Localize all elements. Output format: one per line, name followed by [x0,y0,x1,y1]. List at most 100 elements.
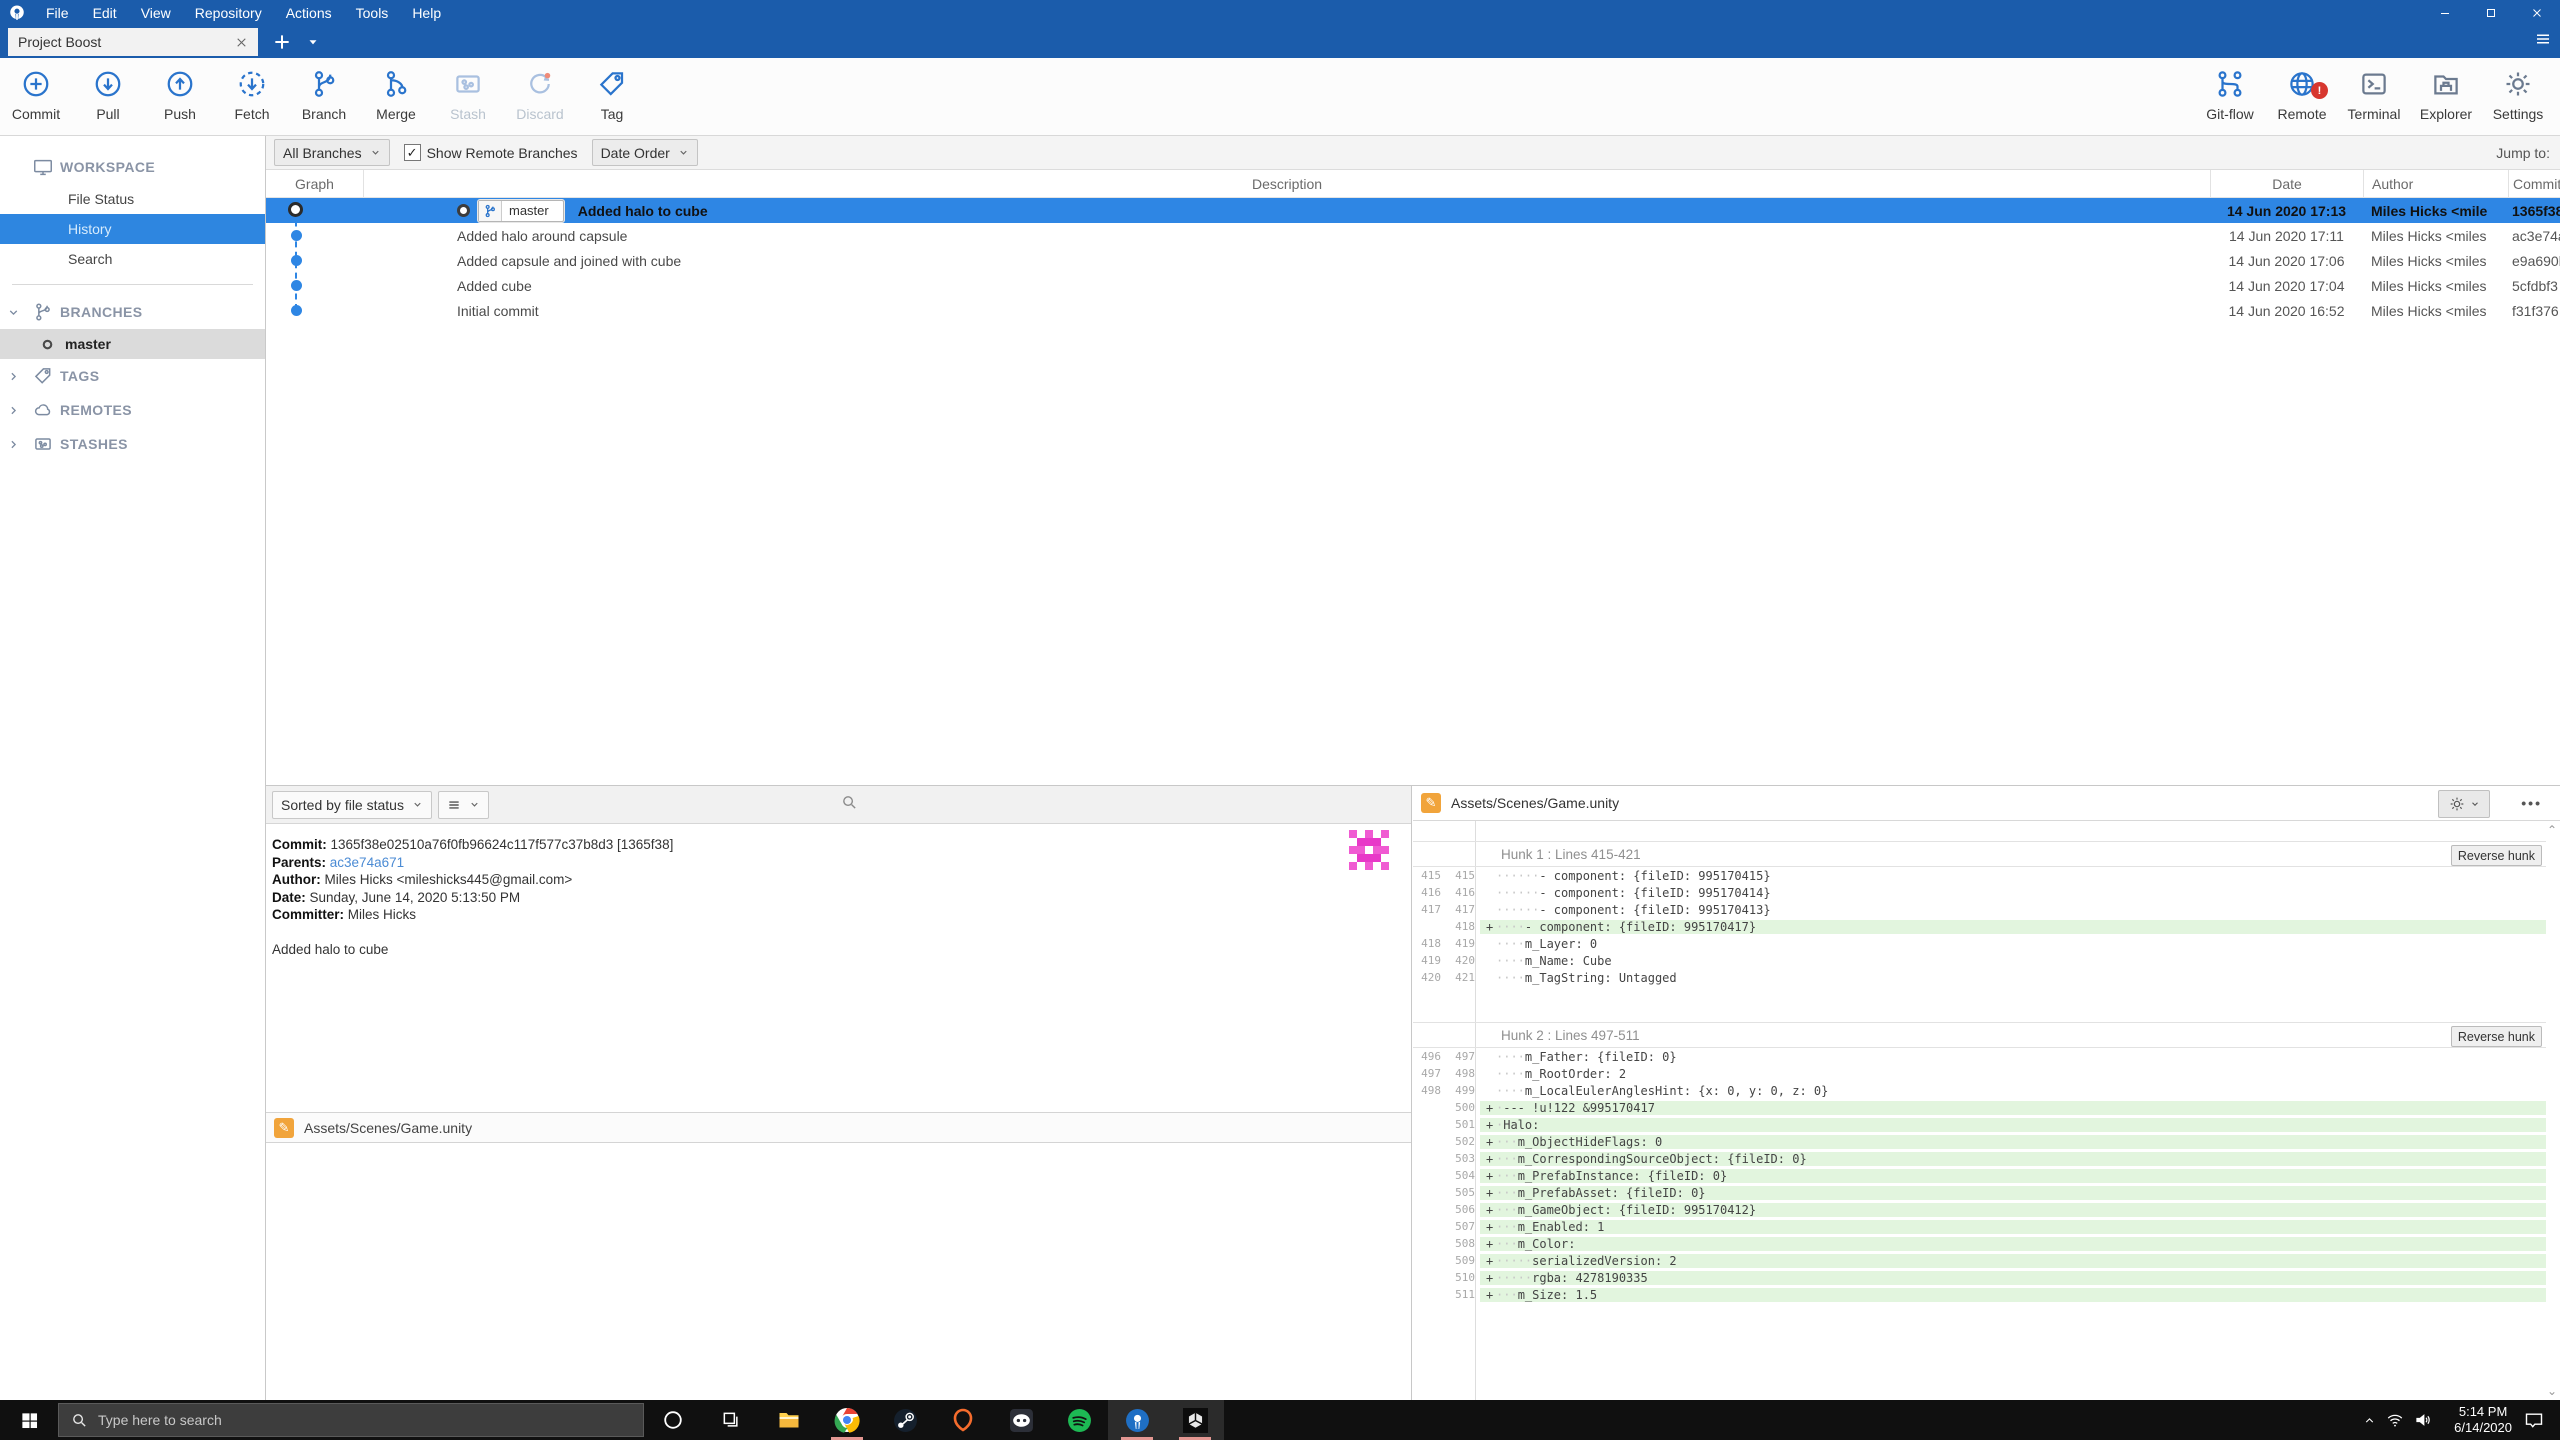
commit-button[interactable]: Commit [0,64,72,128]
menu-file[interactable]: File [34,5,81,21]
jump-to-label[interactable]: Jump to: [2496,145,2550,161]
diff-sign: + [1486,1254,1496,1268]
diff-code: +···m_Size: 1.5 [1480,1288,2546,1302]
commit-node-icon[interactable] [291,280,302,291]
app-menu-icon[interactable] [2534,30,2552,48]
taskbar-clock[interactable]: 5:14 PM 6/14/2020 [2454,1404,2512,1436]
chevron-right-icon[interactable] [0,404,26,417]
order-dropdown[interactable]: Date Order [592,139,698,166]
pull-button[interactable]: Pull [72,64,144,128]
menu-actions[interactable]: Actions [274,5,344,21]
menu-help[interactable]: Help [400,5,453,21]
taskbar-steam-icon[interactable] [876,1400,934,1440]
branches-section[interactable]: BRANCHES [0,295,265,329]
gitflow-icon [2215,64,2245,104]
tab-list-caret-icon[interactable] [306,35,320,49]
more-options-icon[interactable]: ••• [2521,790,2542,816]
sidebar-branch-master[interactable]: master [0,329,265,359]
close-icon[interactable] [2514,0,2560,26]
commit-node-icon[interactable] [291,255,302,266]
commit-row-1365f38[interactable]: masterAdded halo to cube14 Jun 2020 17:1… [266,198,2560,223]
merge-button[interactable]: Merge [360,64,432,128]
line-number-old: 416 [1413,886,1446,899]
taskbar-task-view-icon[interactable] [702,1400,760,1440]
taskbar-search-input[interactable]: Type here to search [58,1403,644,1437]
whitespace-dots: ···· [1496,1067,1525,1081]
stash-button[interactable]: Stash [432,64,504,128]
branch-button[interactable]: Branch [288,64,360,128]
reverse-hunk-button[interactable]: Reverse hunk [2451,1026,2542,1047]
settings-button[interactable]: Settings [2482,64,2554,128]
menu-repository[interactable]: Repository [183,5,274,21]
taskbar-origin-icon[interactable] [934,1400,992,1440]
taskbar-gitkraken-icon[interactable] [1108,1400,1166,1440]
commit-row-5cfdbf3[interactable]: Added cube14 Jun 2020 17:04Miles Hicks <… [266,273,2560,298]
commit-panel-toolbar: Sorted by file status [266,786,1411,824]
terminal-button[interactable]: Terminal [2338,64,2410,128]
remote-button[interactable]: Remote! [2266,64,2338,128]
chevron-down-icon[interactable] [0,306,26,319]
scroll-down-icon[interactable]: ⌄ [2547,1384,2557,1398]
volume-icon[interactable] [2414,1411,2432,1429]
new-tab-icon[interactable] [272,32,292,52]
taskbar-unity-icon[interactable] [1166,1400,1224,1440]
discard-button[interactable]: Discard [504,64,576,128]
taskbar-chrome-icon[interactable] [818,1400,876,1440]
line-number-new: 507 [1446,1220,1480,1233]
tab-close-icon[interactable] [235,36,248,49]
settings-gear-icon [2503,64,2533,104]
notification-center-icon[interactable] [2524,1410,2544,1430]
push-button[interactable]: Push [144,64,216,128]
whitespace-dots: ···· [1496,1084,1525,1098]
taskbar-discord-icon[interactable] [992,1400,1050,1440]
reverse-hunk-button[interactable]: Reverse hunk [2451,845,2542,866]
commit-message-text: Added capsule and joined with cube [457,253,681,269]
sidebar-item-search[interactable]: Search [0,244,265,274]
git-flow-button[interactable]: Git-flow [2194,64,2266,128]
window-controls [2422,0,2560,26]
parent-sha-link[interactable]: ac3e74a671 [330,855,404,870]
taskbar-spotify-icon[interactable] [1050,1400,1108,1440]
taskbar-file-explorer-icon[interactable] [760,1400,818,1440]
line-number-new: 415 [1446,869,1480,882]
menu-edit[interactable]: Edit [81,5,129,21]
diff-line: 418+····- component: {fileID: 995170417} [1413,918,2546,935]
commit-node-icon[interactable] [291,305,302,316]
diff-code: +····- component: {fileID: 995170417} [1480,920,2546,934]
fetch-button[interactable]: Fetch [216,64,288,128]
tag-button[interactable]: Tag [576,64,648,128]
start-button[interactable] [0,1400,58,1440]
tray-chevron-up-icon[interactable] [2363,1414,2376,1427]
fetch-icon [237,64,267,104]
taskbar-cortana-icon[interactable] [644,1400,702,1440]
menu-view[interactable]: View [129,5,183,21]
chevron-right-icon[interactable] [0,370,26,383]
show-remote-checkbox[interactable]: ✓ [404,144,421,161]
task-view-icon [721,1410,741,1430]
sidebar-item-file-status[interactable]: File Status [0,184,265,214]
sidebar-section-stashes[interactable]: STASHES [0,427,265,461]
branch-label-master[interactable]: master [478,200,564,222]
menu-tools[interactable]: Tools [344,5,401,21]
explorer-button[interactable]: Explorer [2410,64,2482,128]
view-mode-dropdown[interactable] [438,791,489,819]
scroll-up-icon[interactable]: ⌃ [2547,823,2557,837]
chevron-right-icon[interactable] [0,438,26,451]
changed-file-row[interactable]: ✎ Assets/Scenes/Game.unity [266,1112,1411,1143]
search-icon[interactable] [841,794,858,811]
maximize-icon[interactable] [2468,0,2514,26]
commit-node-icon[interactable] [291,230,302,241]
branch-filter-dropdown[interactable]: All Branches [274,139,390,166]
diff-options-dropdown[interactable] [2438,790,2490,818]
sidebar-item-history[interactable]: History [0,214,265,244]
file-sort-dropdown[interactable]: Sorted by file status [272,791,432,819]
commit-row-e9a690b[interactable]: Added capsule and joined with cube14 Jun… [266,248,2560,273]
commit-row-f31f376[interactable]: Initial commit14 Jun 2020 16:52Miles Hic… [266,298,2560,323]
sidebar-section-tags[interactable]: TAGS [0,359,265,393]
head-node-icon[interactable] [288,202,303,217]
wifi-icon[interactable] [2386,1411,2404,1429]
sidebar-section-remotes[interactable]: REMOTES [0,393,265,427]
commit-row-ac3e74a[interactable]: Added halo around capsule14 Jun 2020 17:… [266,223,2560,248]
minimize-icon[interactable] [2422,0,2468,26]
tab-project-boost[interactable]: Project Boost [8,28,258,56]
